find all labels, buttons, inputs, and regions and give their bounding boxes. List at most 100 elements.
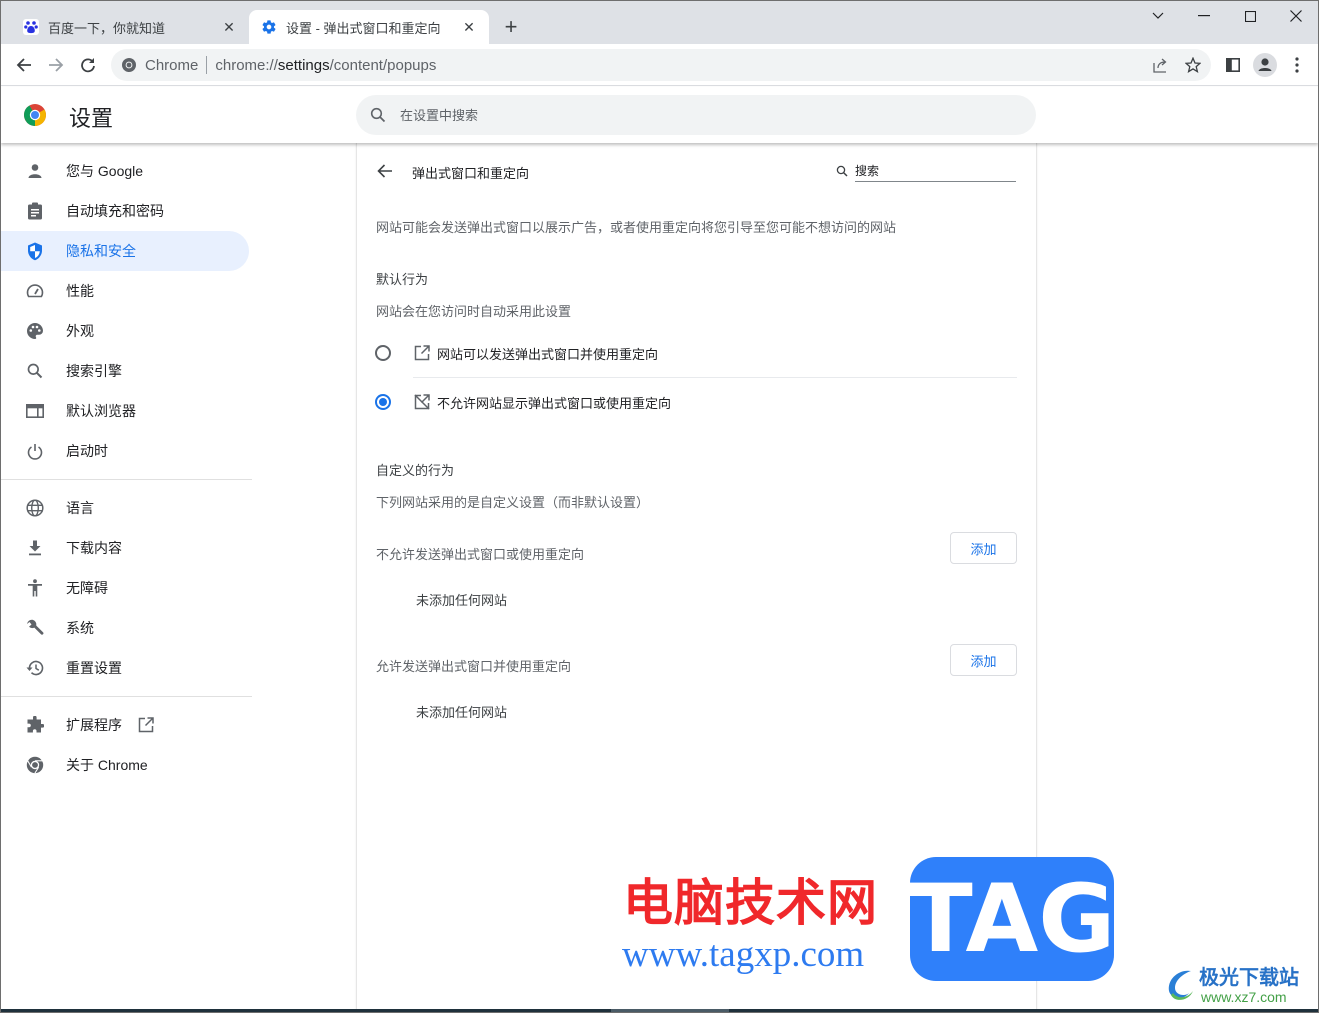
site-info-chip[interactable]: Chrome bbox=[121, 57, 198, 74]
sidebar-item-about-chrome[interactable]: 关于 Chrome bbox=[1, 745, 249, 785]
minimize-button[interactable] bbox=[1181, 1, 1227, 31]
sidebar-item-performance[interactable]: 性能 bbox=[1, 271, 249, 311]
add-blocked-site-button[interactable]: 添加 bbox=[950, 532, 1017, 564]
sidebar-divider bbox=[1, 696, 252, 697]
xz7-logo-icon bbox=[1168, 970, 1193, 1000]
chevron-down-icon bbox=[1152, 12, 1164, 19]
forward-button[interactable] bbox=[42, 51, 70, 79]
more-vert-icon bbox=[1295, 57, 1299, 73]
radio-button[interactable] bbox=[375, 345, 391, 361]
blocked-list-title: 不允许发送弹出式窗口或使用重定向 bbox=[376, 547, 585, 562]
person-icon bbox=[25, 161, 45, 181]
browser-window-icon bbox=[25, 401, 45, 421]
settings-title: 设置 bbox=[69, 106, 114, 131]
share-icon bbox=[1153, 58, 1167, 73]
menu-button[interactable] bbox=[1283, 51, 1311, 79]
tab-search-button[interactable] bbox=[1135, 1, 1181, 31]
taskbar-strip bbox=[1, 1009, 1318, 1012]
download-icon bbox=[25, 538, 45, 558]
sidebar-item-label: 无障碍 bbox=[66, 580, 108, 596]
back-button[interactable] bbox=[10, 51, 38, 79]
back-button[interactable] bbox=[373, 159, 397, 183]
watermark-xz7: 极光下载站 www.xz7.com bbox=[1161, 961, 1311, 1011]
watermark-url: www.tagxp.com bbox=[622, 934, 865, 975]
open-in-new-icon bbox=[413, 344, 431, 362]
share-button[interactable] bbox=[1147, 51, 1175, 79]
tab-settings[interactable]: 设置 - 弹出式窗口和重定向 ✕ bbox=[249, 10, 489, 44]
tab-title: 百度一下，你就知道 bbox=[48, 20, 166, 36]
maximize-button[interactable] bbox=[1227, 1, 1273, 31]
url-text[interactable]: chrome://settings/content/popups bbox=[215, 57, 436, 74]
radio-block-popups[interactable]: 不允许网站显示弹出式窗口或使用重定向 bbox=[375, 382, 1017, 422]
profile-button[interactable] bbox=[1251, 51, 1279, 79]
chrome-icon bbox=[122, 58, 136, 72]
sidebar-item-default-browser[interactable]: 默认浏览器 bbox=[1, 391, 249, 431]
minimize-icon bbox=[1198, 15, 1210, 17]
restore-icon bbox=[25, 658, 45, 678]
subpage-search[interactable] bbox=[835, 158, 1017, 184]
close-window-button[interactable] bbox=[1273, 1, 1318, 31]
sidebar-item-you-and-google[interactable]: 您与 Google bbox=[1, 151, 249, 191]
new-tab-button[interactable]: + bbox=[499, 14, 523, 39]
toolbar: Chrome chrome://settings/content/popups bbox=[1, 44, 1318, 86]
sidebar-item-label: 语言 bbox=[66, 500, 94, 516]
default-behavior-heading: 默认行为 bbox=[376, 272, 429, 287]
globe-icon bbox=[25, 498, 45, 518]
subpage-header: 弹出式窗口和重定向 bbox=[357, 155, 1036, 187]
sidebar-item-languages[interactable]: 语言 bbox=[1, 488, 249, 528]
allowed-list-empty: 未添加任何网站 bbox=[416, 705, 508, 720]
url-host: settings bbox=[277, 56, 330, 74]
baidu-paw-icon bbox=[23, 19, 39, 35]
address-bar[interactable]: Chrome chrome://settings/content/popups bbox=[111, 49, 1211, 81]
search-icon bbox=[370, 107, 386, 123]
subpage-search-input[interactable] bbox=[855, 160, 1016, 182]
radio-allow-popups[interactable]: 网站可以发送弹出式窗口并使用重定向 bbox=[375, 333, 1017, 373]
page-title: 弹出式窗口和重定向 bbox=[412, 166, 530, 181]
settings-search-input[interactable] bbox=[400, 107, 980, 123]
url-prefix: chrome:// bbox=[215, 56, 278, 74]
sidebar-item-autofill[interactable]: 自动填充和密码 bbox=[1, 191, 249, 231]
page-description: 网站可能会发送弹出式窗口以展示广告，或者使用重定向将您引导至您可能不想访问的网站 bbox=[376, 220, 897, 235]
sidebar-item-privacy[interactable]: 隐私和安全 bbox=[1, 231, 249, 271]
avatar-icon bbox=[1253, 53, 1277, 77]
arrow-right-icon bbox=[49, 58, 64, 72]
settings-search-box[interactable] bbox=[356, 95, 1036, 135]
tab-baidu[interactable]: 百度一下，你就知道 ✕ bbox=[11, 10, 249, 44]
sidebar-item-label: 隐私和安全 bbox=[66, 243, 136, 259]
reload-button[interactable] bbox=[74, 51, 102, 79]
tab-strip: 百度一下，你就知道 ✕ 设置 - 弹出式窗口和重定向 ✕ + bbox=[1, 1, 1318, 44]
option-divider bbox=[413, 377, 1017, 378]
sidebar-item-reset[interactable]: 重置设置 bbox=[1, 648, 249, 688]
tab-title: 设置 - 弹出式窗口和重定向 bbox=[286, 20, 441, 36]
chrome-icon bbox=[25, 755, 45, 775]
sidebar-item-downloads[interactable]: 下载内容 bbox=[1, 528, 249, 568]
sidebar-item-on-startup[interactable]: 启动时 bbox=[1, 431, 249, 471]
sidebar-item-label: 外观 bbox=[66, 323, 94, 339]
sidebar-item-label: 您与 Google bbox=[66, 163, 144, 179]
sidebar-item-extensions[interactable]: 扩展程序 bbox=[1, 705, 249, 745]
watermark-cn-text: 电脑技术网 bbox=[623, 874, 878, 932]
site-chip-label: Chrome bbox=[145, 56, 199, 74]
omnibox-divider bbox=[206, 56, 208, 74]
close-icon bbox=[1290, 10, 1302, 22]
side-panel-icon bbox=[1226, 58, 1240, 72]
sidebar-item-system[interactable]: 系统 bbox=[1, 608, 249, 648]
close-tab-icon[interactable]: ✕ bbox=[221, 19, 237, 35]
sidebar-item-appearance[interactable]: 外观 bbox=[1, 311, 249, 351]
arrow-left-icon bbox=[377, 164, 392, 178]
custom-behavior-subheading: 下列网站采用的是自定义设置（而非默认设置） bbox=[376, 495, 650, 510]
sidebar-item-label: 系统 bbox=[66, 620, 94, 636]
custom-behavior-heading: 自定义的行为 bbox=[376, 463, 455, 478]
add-allowed-site-button[interactable]: 添加 bbox=[950, 644, 1017, 676]
watermark-tag-badge: TAG bbox=[909, 857, 1115, 981]
side-panel-button[interactable] bbox=[1219, 51, 1247, 79]
bookmark-button[interactable] bbox=[1179, 51, 1207, 79]
sidebar-item-accessibility[interactable]: 无障碍 bbox=[1, 568, 249, 608]
search-icon bbox=[835, 164, 849, 178]
sidebar-item-label: 启动时 bbox=[66, 443, 108, 459]
close-tab-icon[interactable]: ✕ bbox=[461, 19, 477, 35]
shield-icon bbox=[25, 241, 45, 261]
power-icon bbox=[25, 441, 45, 461]
sidebar-item-search-engine[interactable]: 搜索引擎 bbox=[1, 351, 249, 391]
radio-button-checked[interactable] bbox=[375, 394, 391, 410]
